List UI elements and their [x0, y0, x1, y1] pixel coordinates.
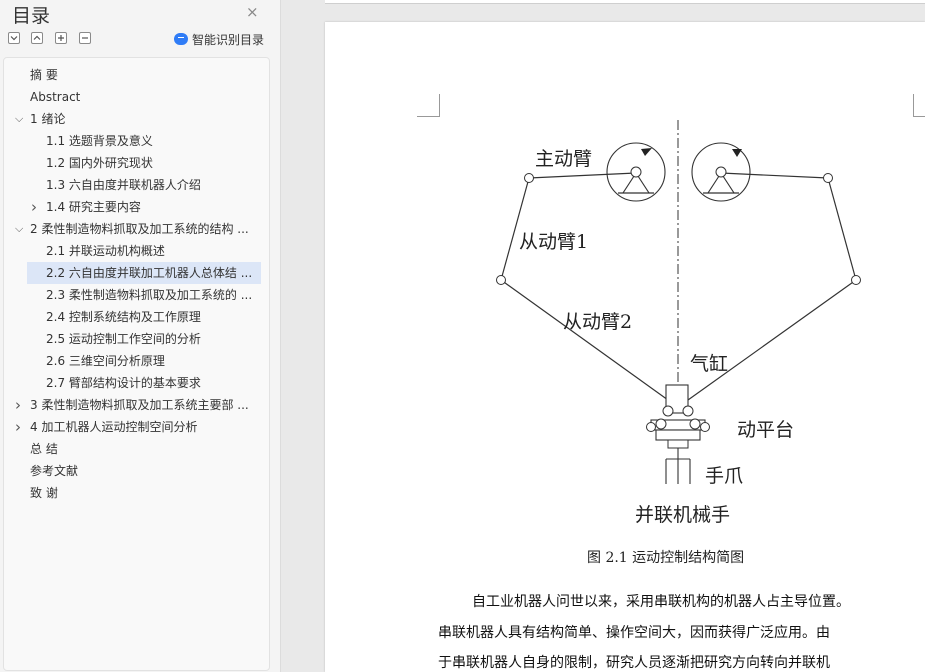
joint	[682, 405, 694, 417]
toc-item[interactable]: 2.3 柔性制造物料抓取及加工系统的 ...	[46, 284, 252, 306]
previous-page-edge	[325, 0, 925, 4]
toc-item[interactable]: Abstract	[30, 86, 80, 108]
follower-arm-left-1	[500, 177, 530, 281]
toc-item[interactable]: 2.1 并联运动机构概述	[46, 240, 165, 262]
document-page: 主动臂 从动臂1 从动臂2 气缸 动平台 手爪 并联机械手 图 2.1 运动控制…	[325, 22, 925, 672]
toc-item[interactable]: 致 谢	[30, 482, 58, 504]
toc-item[interactable]: 2.4 控制系统结构及工作原理	[46, 306, 201, 328]
sidebar-title: 目录	[12, 5, 51, 27]
joint	[630, 166, 642, 178]
gripper-mount	[667, 439, 689, 449]
joint	[496, 275, 506, 285]
joint	[662, 405, 674, 417]
figure-caption: 图 2.1 运动控制结构简图	[587, 550, 745, 566]
add-heading-icon[interactable]	[55, 32, 67, 44]
label-follower-arm-1: 从动臂1	[519, 231, 588, 253]
chevron-down-icon[interactable]: ⌵	[15, 218, 23, 240]
toc-item[interactable]: 参考文献	[30, 460, 78, 482]
toc-item[interactable]: 总 结	[30, 438, 58, 460]
paragraph-line: 自工业机器人问世以来，采用串联机构的机器人占主导位置。	[472, 594, 850, 610]
toc-item[interactable]: 1.3 六自由度并联机器人介绍	[46, 174, 201, 196]
toc-item[interactable]: 1.4 研究主要内容	[46, 196, 141, 218]
follower-arm-right-2	[687, 279, 857, 401]
toc-item[interactable]: 摘 要	[30, 64, 58, 86]
toc-item[interactable]: 2.6 三维空间分析原理	[46, 350, 165, 372]
follower-arm-right-1	[827, 177, 857, 281]
toc-item[interactable]: 2 柔性制造物料抓取及加工系统的结构 ...	[30, 218, 249, 240]
collapse-all-icon[interactable]	[8, 32, 20, 44]
label-cylinder: 气缸	[690, 353, 728, 375]
toc-item[interactable]: 1.2 国内外研究现状	[46, 152, 153, 174]
paragraph-line: 于串联机器人自身的限制，研究人员逐渐把研究方向转向并联机	[438, 655, 830, 671]
chevron-right-icon[interactable]: ›	[15, 394, 21, 416]
toc-item[interactable]: 1.1 选题背景及意义	[46, 130, 153, 152]
close-icon[interactable]: ×	[246, 3, 259, 21]
smart-toc-button[interactable]: 智能识别目录	[174, 31, 264, 48]
joint	[646, 422, 656, 432]
toc-item[interactable]: 2.7 臂部结构设计的基本要求	[46, 372, 201, 394]
label-parallel-manipulator: 并联机械手	[635, 504, 730, 526]
remove-heading-icon[interactable]	[79, 32, 91, 44]
moving-platform-base	[655, 429, 701, 441]
follower-arm-left-2	[500, 279, 669, 401]
toc-panel: 摘 要 Abstract ⌵ 1 绪论 1.1 选题背景及意义 1.2 国内外研究现状 1.…	[3, 57, 270, 671]
label-follower-arm-2: 从动臂2	[563, 311, 632, 333]
smart-toc-label: 智能识别目录	[192, 33, 265, 47]
toc-item[interactable]: 1 绪论	[30, 108, 65, 130]
toc-item[interactable]: 4 加工机器人运动控制空间分析	[30, 416, 197, 438]
label-main-arm: 主动臂	[535, 148, 592, 170]
joint	[823, 173, 833, 183]
main-arm-left	[528, 172, 637, 179]
paragraph-line: 串联机器人具有结构简单、操作空间大，因而获得广泛应用。由	[438, 625, 830, 641]
chevron-right-icon[interactable]: ›	[31, 196, 37, 218]
chevron-right-icon[interactable]: ›	[15, 416, 21, 438]
label-moving-platform: 动平台	[737, 419, 794, 441]
label-gripper: 手爪	[705, 465, 743, 487]
chevron-down-icon[interactable]: ⌵	[15, 108, 23, 130]
right-rotation-arrow	[732, 149, 742, 157]
joint	[689, 418, 701, 430]
mechanism-diagram: 主动臂 从动臂1 从动臂2 气缸 动平台 手爪 并联机械手	[496, 120, 861, 526]
toc-item[interactable]: 2.5 运动控制工作空间的分析	[46, 328, 201, 350]
main-arm-right	[720, 172, 829, 179]
toc-item[interactable]: 2.2 六自由度并联加工机器人总体结 ...	[46, 262, 252, 284]
toc-item[interactable]: 3 柔性制造物料抓取及加工系统主要部 ...	[30, 394, 249, 416]
joint	[655, 418, 667, 430]
joint	[700, 422, 710, 432]
joint	[524, 173, 534, 183]
expand-all-icon[interactable]	[31, 32, 43, 44]
smart-toc-icon	[174, 33, 188, 45]
toc-sidebar: 目录 × 智能识别目录 摘 要 Abstract ⌵ 1 绪论 1.1 选题背景及意义 1…	[0, 0, 281, 672]
joint	[851, 275, 861, 285]
left-rotation-arrow	[641, 148, 652, 156]
joint	[715, 166, 727, 178]
